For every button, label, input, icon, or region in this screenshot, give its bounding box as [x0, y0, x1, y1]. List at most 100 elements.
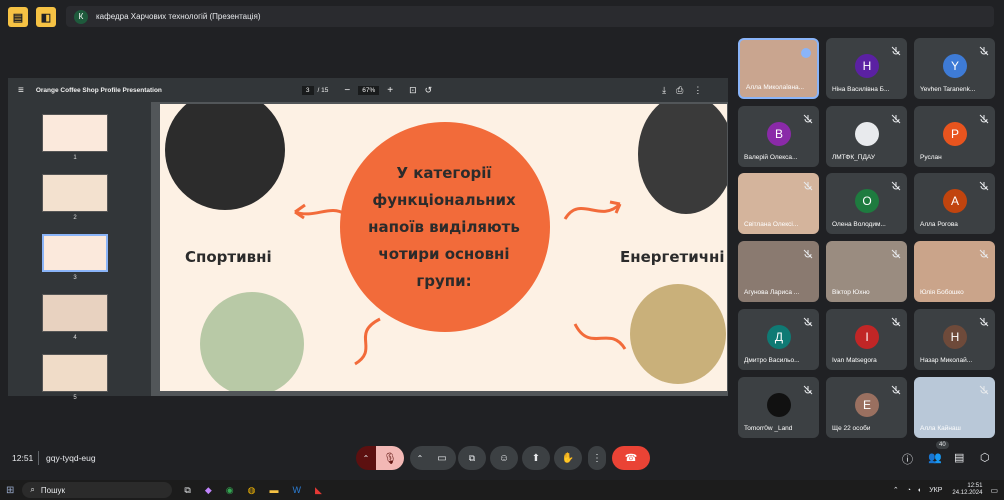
participant-tile[interactable]: А Алла Рогова	[914, 173, 995, 234]
thumbnail-number: 5	[73, 395, 77, 401]
rotate-icon[interactable]: ↺	[425, 85, 433, 96]
participant-tile[interactable]: Віктор Юхно	[826, 241, 907, 302]
leave-call-button[interactable]: ☎	[612, 446, 650, 470]
raise-hand-button[interactable]: ✋	[554, 446, 582, 470]
sports-photo	[165, 104, 285, 210]
participant-tile[interactable]: Tomorr0w _Land	[738, 377, 819, 438]
thumbnail[interactable]	[42, 114, 108, 152]
more-options-button[interactable]: ⋮	[588, 446, 606, 470]
camera-button[interactable]: ▭	[428, 446, 456, 470]
present-button[interactable]: ⬆	[522, 446, 550, 470]
thumbnail-number: 3	[73, 275, 77, 281]
edge-icon[interactable]: ◉	[226, 485, 234, 496]
participant-name: Ivan Matsegora	[832, 357, 877, 364]
present-icon: ⬆	[531, 452, 541, 464]
participant-tile[interactable]: Д Дмитро Васильо...	[738, 309, 819, 370]
participant-tile[interactable]: Алла Кайнаш	[914, 377, 995, 438]
divider	[38, 451, 39, 465]
participant-tile[interactable]: В Валерій Олекса...	[738, 106, 819, 167]
window-app-icon[interactable]: ◧	[36, 7, 56, 27]
camera-options-button[interactable]: ⌃	[410, 446, 430, 470]
participant-tile[interactable]: Е Ще 22 особи	[826, 377, 907, 438]
participant-avatar: А	[943, 189, 967, 213]
participant-tile[interactable]: I Ivan Matsegora	[826, 309, 907, 370]
chrome-icon[interactable]: ◍	[248, 485, 256, 496]
participant-avatar: В	[767, 122, 791, 146]
participant-tile[interactable]: Агунова Лариса ...	[738, 241, 819, 302]
mic-options-button[interactable]: ⌃	[356, 446, 376, 470]
download-icon[interactable]: ⤓	[662, 85, 666, 96]
speaking-indicator-icon	[801, 45, 811, 58]
participant-name: Агунова Лариса ...	[744, 289, 800, 296]
pdf-reader-icon[interactable]: ◣	[315, 485, 322, 496]
mic-off-icon	[891, 314, 901, 327]
energy-drink-photo	[638, 104, 727, 214]
notifications-icon[interactable]: ▭	[990, 486, 998, 495]
participant-avatar	[855, 122, 879, 146]
page-input[interactable]: 3	[301, 85, 314, 95]
file-explorer-icon[interactable]: ▬	[269, 485, 278, 495]
meeting-title-bar: К кафедра Харчових технологій (Презентац…	[66, 6, 994, 27]
mic-muted-button[interactable]: 🎙	[376, 446, 404, 470]
fit-page-icon[interactable]: ⊡	[409, 85, 417, 96]
participant-name: Ніна Василівна Б...	[832, 86, 890, 93]
wifi-icon[interactable]: ◔	[907, 487, 911, 494]
participant-name: Олена Володим...	[832, 221, 886, 228]
more-icon[interactable]: ⋮	[693, 85, 702, 96]
zoom-out-icon[interactable]: −	[344, 85, 350, 96]
meeting-title: кафедра Харчових технологій (Презентація…	[96, 12, 261, 21]
participant-tile[interactable]: Юлія Бобошко	[914, 241, 995, 302]
captions-button[interactable]: ⧉	[458, 446, 486, 470]
thumbnail[interactable]	[42, 294, 108, 332]
page-total: / 15	[317, 86, 329, 94]
mic-off-icon	[979, 178, 989, 191]
menu-icon[interactable]: ≡	[18, 85, 24, 96]
meeting-avatar: К	[74, 9, 88, 24]
taskbar-search[interactable]: ⌕ Пошук	[22, 482, 173, 498]
search-icon: ⌕	[30, 485, 35, 494]
reactions-button[interactable]: ☺	[490, 446, 518, 470]
participant-tile[interactable]: Н Ніна Василівна Б...	[826, 38, 907, 99]
word-icon[interactable]: W	[292, 485, 301, 495]
thumbnail[interactable]	[42, 174, 108, 212]
zoom-input[interactable]: 67%	[358, 85, 380, 95]
print-icon[interactable]: ⎙	[676, 85, 683, 96]
language-indicator[interactable]: УКР	[929, 487, 942, 494]
people-icon[interactable]: 👥	[928, 451, 942, 464]
participant-tile[interactable]: Y Yevhen Taranenk...	[914, 38, 995, 99]
participant-name: Світлана Олексі...	[744, 221, 799, 228]
info-icon[interactable]: ⓘ	[902, 451, 913, 467]
captions-icon: ⧉	[468, 452, 476, 463]
raise-hand-app-icon[interactable]: ▤	[8, 7, 28, 27]
chat-icon[interactable]: ▤	[954, 451, 964, 464]
arrow-lower-right-decor	[573, 323, 627, 350]
tray-chevron-icon[interactable]: ⌃	[893, 486, 899, 494]
participant-avatar: Д	[767, 325, 791, 349]
participant-avatar: Р	[943, 122, 967, 146]
thumbnail[interactable]	[42, 354, 108, 392]
zoom-in-icon[interactable]: +	[387, 85, 393, 96]
shared-pdf-viewer: ≡ Orange Coffee Shop Profile Presentatio…	[8, 78, 728, 401]
emoji-icon: ☺	[498, 452, 510, 464]
speaker-icon[interactable]: ◖	[917, 487, 921, 494]
participant-tile[interactable]: Н Назар Миколай...	[914, 309, 995, 370]
participant-name: Ще 22 особи	[832, 425, 871, 432]
taskbar-clock[interactable]: 12:51 24.12.2024	[952, 483, 982, 497]
mic-off-icon	[891, 111, 901, 124]
copilot-icon[interactable]: ◆	[205, 485, 212, 496]
task-view-icon[interactable]: ⧉	[184, 485, 190, 496]
participant-name: Алла Миколаївна...	[746, 84, 805, 91]
thumbnail-selected[interactable]	[42, 234, 108, 272]
participant-tile[interactable]: Р Руслан	[914, 106, 995, 167]
participant-name: Назар Миколай...	[920, 357, 973, 364]
more-vert-icon: ⋮	[592, 452, 602, 464]
participant-tile[interactable]: Алла Миколаївна...	[738, 38, 819, 99]
slide-center-text: У категорії функціональних напоїв виділя…	[368, 164, 520, 290]
windows-start-icon[interactable]: ⊞	[6, 485, 14, 496]
participant-tile[interactable]: ЛМТФК_ПДАУ	[826, 106, 907, 167]
participant-tile[interactable]: Світлана Олексі...	[738, 173, 819, 234]
participant-tile[interactable]: О Олена Володим...	[826, 173, 907, 234]
participant-name: Yevhen Taranenk...	[920, 86, 976, 93]
activities-icon[interactable]: ⬡	[980, 451, 990, 464]
mic-off-icon	[891, 178, 901, 191]
